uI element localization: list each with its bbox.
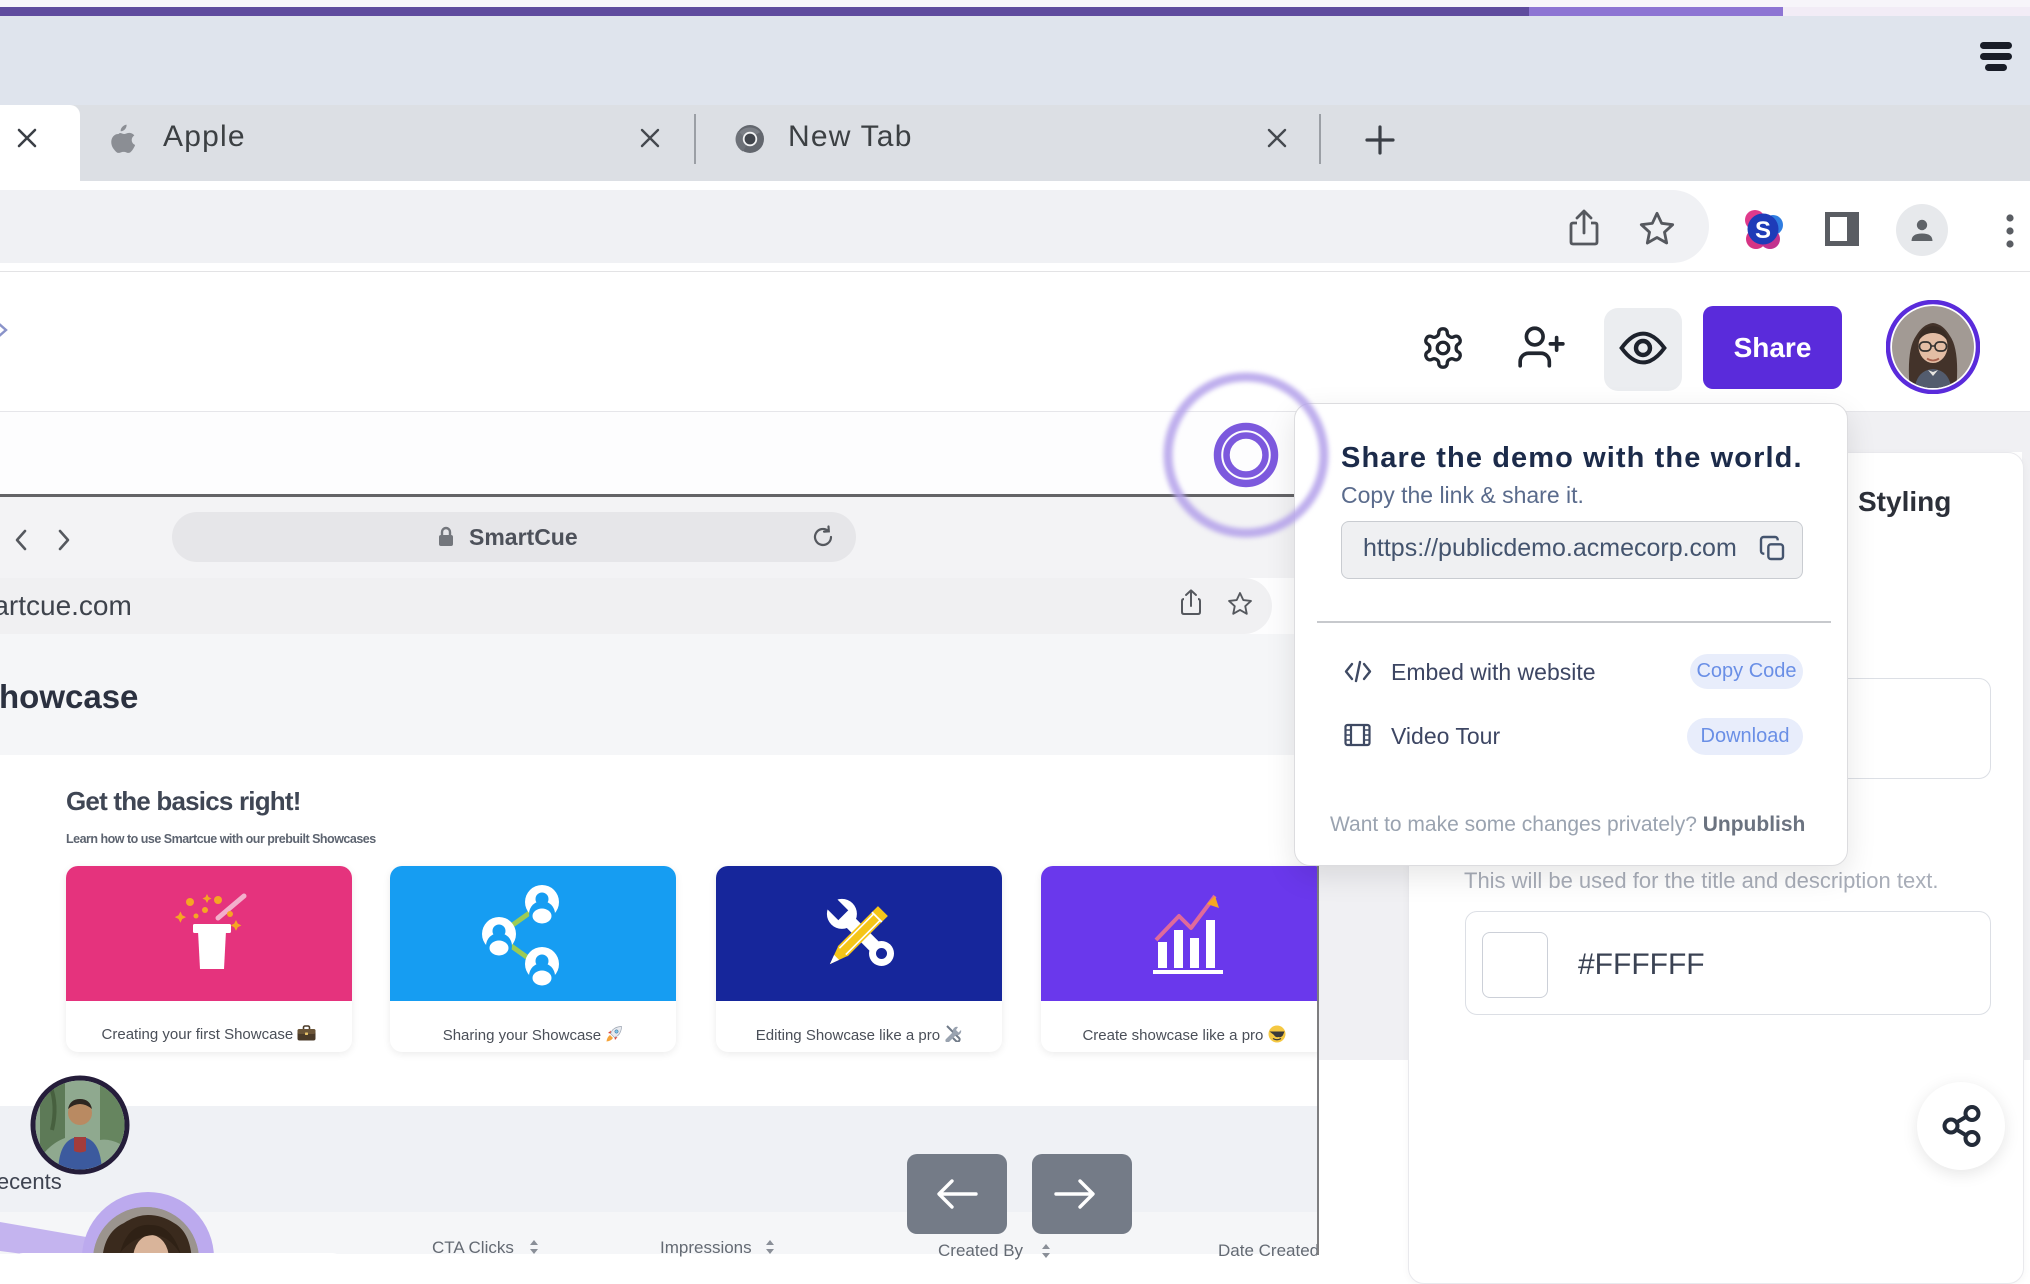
svg-text:S: S [1755,217,1771,244]
